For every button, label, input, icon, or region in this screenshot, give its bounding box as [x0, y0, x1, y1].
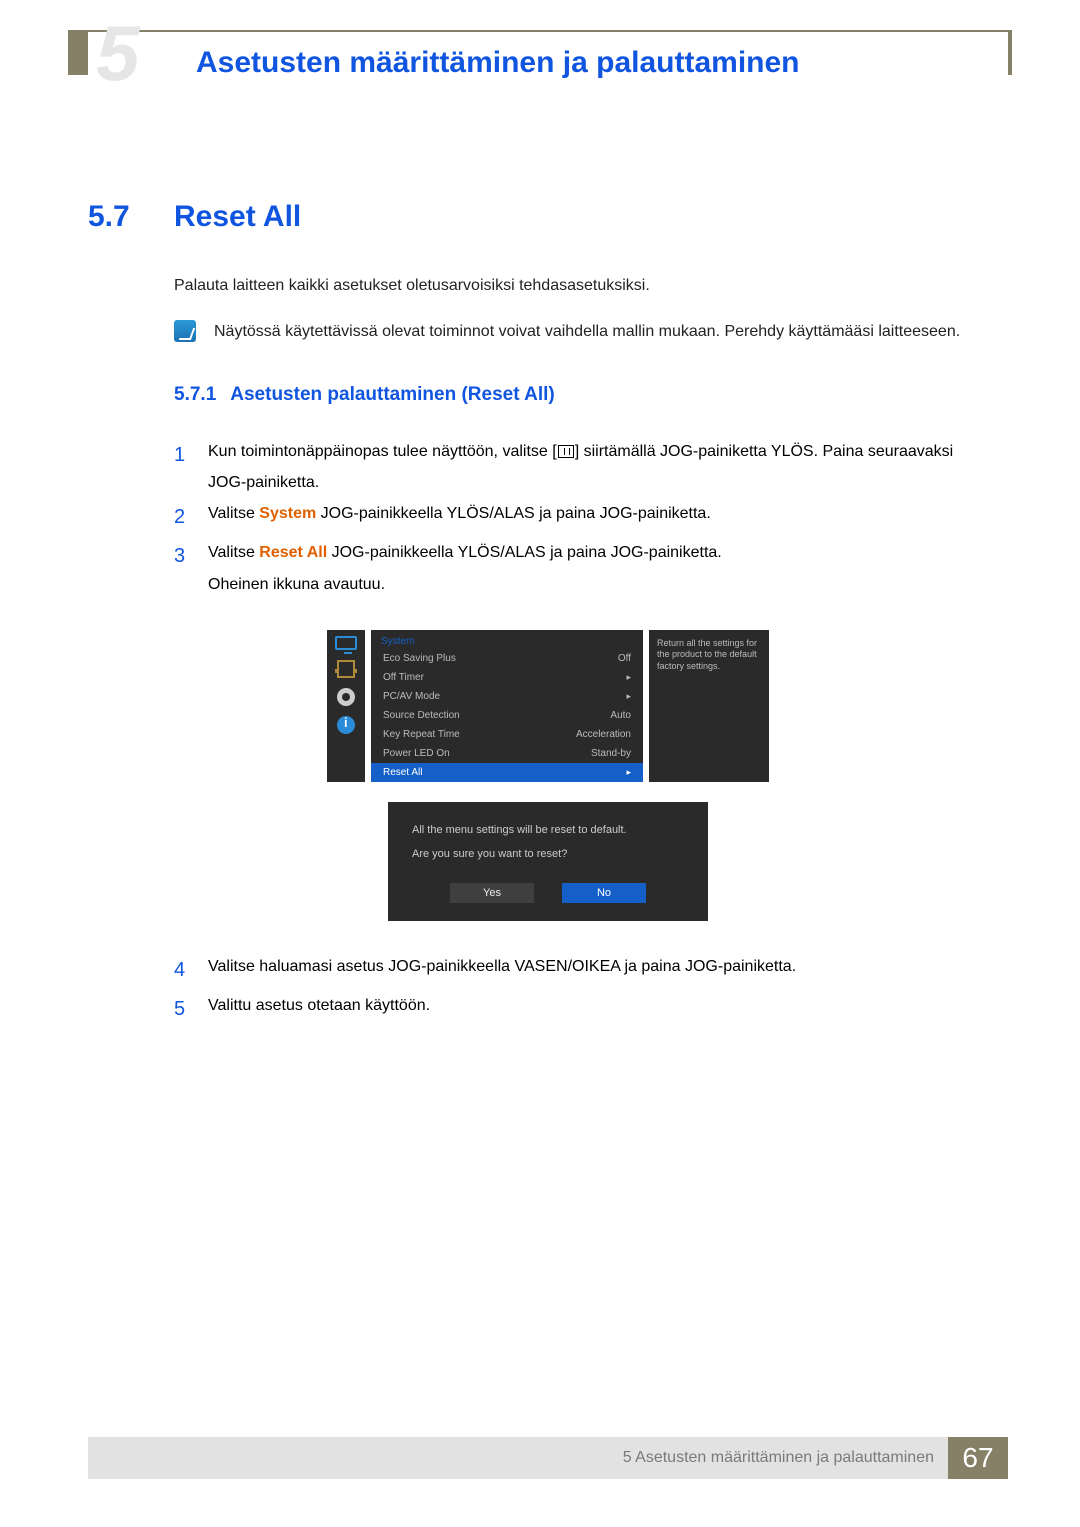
step-4: 4 Valitse haluamasi asetus JOG-painikkee… [174, 951, 978, 990]
osd-label: Eco Saving Plus [383, 653, 456, 664]
chevron-right-icon: ▸ [626, 672, 631, 683]
section-title: Reset All [174, 200, 301, 234]
menu-icon [558, 445, 574, 458]
steps-list: 1 Kun toimintonäppäinopas tulee näyttöön… [174, 436, 978, 600]
osd-row: Eco Saving Plus Off [371, 649, 643, 668]
osd-main-panel: System Eco Saving Plus Off Off Timer ▸ PC/… [371, 630, 643, 782]
osd-label: Key Repeat Time [383, 729, 460, 740]
no-button[interactable]: No [562, 883, 646, 903]
section-heading: 5.7 Reset All [88, 200, 1008, 234]
step-text: Valitse [208, 544, 259, 561]
step-number: 1 [174, 436, 194, 498]
step-3: 3 Valitse Reset All JOG-painikkeella YLÖ… [174, 537, 978, 599]
step-number: 4 [174, 951, 194, 990]
step-2: 2 Valitse System JOG-painikkeella YLÖS/A… [174, 498, 978, 537]
chevron-right-icon: ▸ [626, 691, 631, 702]
page: 5 Asetusten määrittäminen ja palauttamin… [88, 32, 1008, 1432]
footer-text: 5 Asetusten määrittäminen ja palauttamin… [88, 1437, 948, 1479]
osd-value: Stand-by [591, 748, 631, 759]
osd-label: Source Detection [383, 710, 460, 721]
step-1: 1 Kun toimintonäppäinopas tulee näyttöön… [174, 436, 978, 498]
page-number: 67 [948, 1437, 1008, 1479]
step-text: JOG-painikkeella YLÖS/ALAS ja paina JOG-… [316, 505, 711, 522]
osd-value: Acceleration [576, 729, 631, 740]
step-body: Valitse System JOG-painikkeella YLÖS/ALA… [208, 498, 978, 537]
footer: 5 Asetusten määrittäminen ja palauttamin… [88, 1437, 1008, 1479]
osd-label: Power LED On [383, 748, 450, 759]
chevron-right-icon: ▸ [626, 767, 631, 778]
confirm-question: Are you sure you want to reset? [412, 846, 684, 863]
step-number: 3 [174, 537, 194, 599]
step-text: JOG-painikkeella YLÖS/ALAS ja paina JOG-… [327, 544, 722, 561]
osd-info-panel: Return all the settings for the product … [649, 630, 769, 782]
steps-list-continued: 4 Valitse haluamasi asetus JOG-painikkee… [174, 951, 978, 1029]
step-text: Oheinen ikkuna avautuu. [208, 569, 978, 600]
section-number: 5.7 [88, 200, 174, 234]
subsection-heading: 5.7.1 Asetusten palauttaminen (Reset All… [174, 384, 1008, 406]
step-text: Valitse [208, 505, 259, 522]
gear-icon [337, 688, 355, 706]
osd-row: Power LED On Stand-by [371, 744, 643, 763]
confirm-buttons: Yes No [412, 883, 684, 903]
osd-row: Source Detection Auto [371, 706, 643, 725]
monitor-icon [335, 636, 357, 650]
osd-row: PC/AV Mode ▸ [371, 687, 643, 706]
osd-row: Key Repeat Time Acceleration [371, 725, 643, 744]
note-icon [174, 320, 196, 342]
step-body: Valitse haluamasi asetus JOG-painikkeell… [208, 951, 978, 990]
step-5: 5 Valittu asetus otetaan käyttöön. [174, 990, 978, 1029]
osd-sidebar [327, 630, 365, 782]
osd-label: PC/AV Mode [383, 691, 440, 702]
subsection-number: 5.7.1 [174, 384, 216, 406]
step-number: 2 [174, 498, 194, 537]
yes-button[interactable]: Yes [450, 883, 534, 903]
step-body: Kun toimintonäppäinopas tulee näyttöön, … [208, 436, 978, 498]
osd-menu: System Eco Saving Plus Off Off Timer ▸ PC/… [278, 630, 818, 782]
section-intro: Palauta laitteen kaikki asetukset oletus… [174, 274, 978, 298]
chapter-title: Asetusten määrittäminen ja palauttaminen [88, 32, 1008, 80]
osd-row-selected: Reset All ▸ [371, 763, 643, 782]
step-body: Valittu asetus otetaan käyttöön. [208, 990, 978, 1029]
frame-icon [337, 660, 355, 678]
osd-value: Auto [610, 710, 631, 721]
step-number: 5 [174, 990, 194, 1029]
osd-row: Off Timer ▸ [371, 668, 643, 687]
chapter-number-bg: 5 [96, 14, 139, 92]
osd-title: System [371, 630, 643, 649]
osd-value: Off [618, 653, 631, 664]
note-text: Näytössä käytettävissä olevat toiminnot … [214, 320, 960, 344]
osd-label: Off Timer [383, 672, 424, 683]
osd-label: Reset All [383, 767, 422, 778]
subsection-title: Asetusten palauttaminen (Reset All) [230, 384, 554, 406]
step-body: Valitse Reset All JOG-painikkeella YLÖS/… [208, 537, 978, 599]
confirm-dialog: All the menu settings will be reset to d… [388, 802, 708, 921]
highlight-system: System [259, 505, 316, 522]
highlight-reset: Reset All [259, 544, 327, 561]
info-icon [337, 716, 355, 734]
step-text: Kun toimintonäppäinopas tulee näyttöön, … [208, 443, 557, 460]
confirm-text: All the menu settings will be reset to d… [412, 822, 684, 839]
note-row: Näytössä käytettävissä olevat toiminnot … [174, 320, 978, 344]
